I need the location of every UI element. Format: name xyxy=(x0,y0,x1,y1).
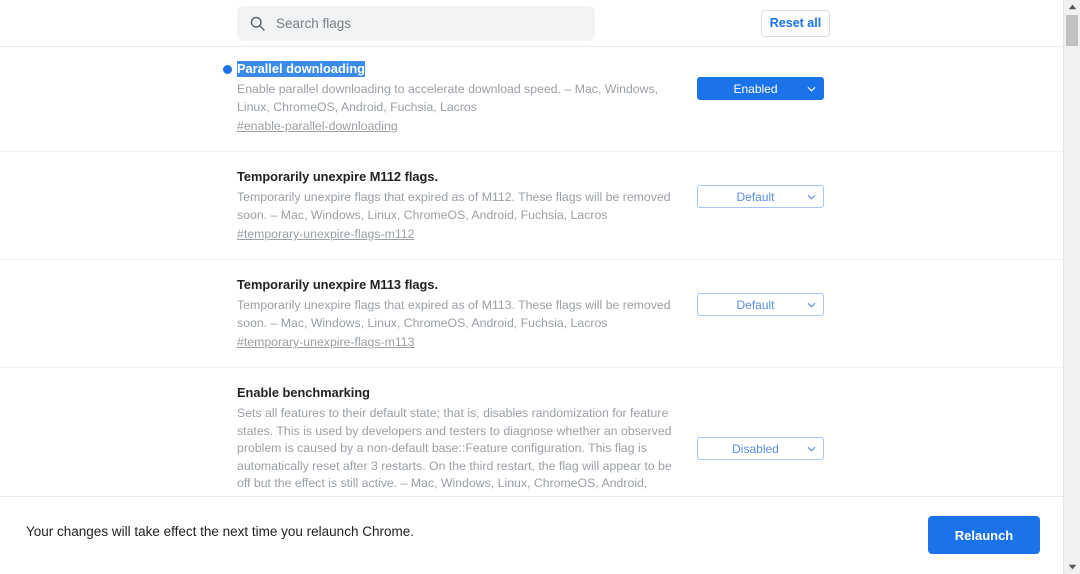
flag-description: Sets all features to their default state… xyxy=(237,405,687,496)
search-icon xyxy=(249,15,266,32)
relaunch-bar: Your changes will take effect the next t… xyxy=(0,496,1063,574)
flag-permalink[interactable]: #temporary-unexpire-flags-m113 xyxy=(237,335,414,349)
search-flags-box[interactable] xyxy=(237,6,595,41)
flag-title: Enable benchmarking xyxy=(237,385,370,401)
flag-permalink[interactable]: #enable-parallel-downloading xyxy=(237,119,398,133)
flag-row: Temporarily unexpire M112 flags. Temporar… xyxy=(0,152,1063,260)
flag-text-block: Temporarily unexpire M113 flags. Temporar… xyxy=(237,276,687,351)
flags-header: Reset all xyxy=(0,0,1063,47)
scrollbar-up-arrow[interactable] xyxy=(1064,0,1080,14)
flag-control: DefaultEnabledDisabled xyxy=(697,293,824,316)
flags-page-viewport: Reset all Parallel downloading Enable par… xyxy=(0,0,1063,574)
page-scrollbar[interactable] xyxy=(1063,0,1080,574)
flag-entry: Parallel downloading Enable parallel down… xyxy=(0,60,1063,135)
flag-title-line: Parallel downloading xyxy=(237,60,687,78)
flag-title-line: Temporarily unexpire M113 flags. xyxy=(237,276,687,294)
flag-permalink[interactable]: #temporary-unexpire-flags-m112 xyxy=(237,227,414,241)
scrollbar-thumb[interactable] xyxy=(1066,15,1078,46)
flag-state-select[interactable]: DefaultEnabledDisabled xyxy=(697,437,824,460)
relaunch-message: Your changes will take effect the next t… xyxy=(26,524,414,539)
flag-entry: Temporarily unexpire M112 flags. Temporar… xyxy=(0,168,1063,243)
flag-text-block: Parallel downloading Enable parallel down… xyxy=(237,60,687,135)
flag-row: Temporarily unexpire M113 flags. Temporar… xyxy=(0,260,1063,368)
flag-text-block: Temporarily unexpire M112 flags. Temporar… xyxy=(237,168,687,243)
flag-description: Temporarily unexpire flags that expired … xyxy=(237,297,687,332)
flag-state-select[interactable]: DefaultEnabledDisabled xyxy=(697,77,824,100)
flag-entry: Enable benchmarking Sets all features to … xyxy=(0,384,1063,496)
flag-title: Parallel downloading xyxy=(237,61,365,77)
flag-modified-dot-icon xyxy=(223,65,232,74)
flag-title-line: Temporarily unexpire M112 flags. xyxy=(237,168,687,186)
scrollbar-down-arrow[interactable] xyxy=(1064,560,1080,574)
flag-text-block: Enable benchmarking Sets all features to … xyxy=(237,384,687,496)
flag-title: Temporarily unexpire M112 flags. xyxy=(237,169,438,185)
flag-state-select[interactable]: DefaultEnabledDisabled xyxy=(697,293,824,316)
flag-description: Enable parallel downloading to accelerat… xyxy=(237,81,687,116)
relaunch-button[interactable]: Relaunch xyxy=(928,516,1040,554)
flags-list[interactable]: Parallel downloading Enable parallel down… xyxy=(0,47,1063,496)
flag-state-select[interactable]: DefaultEnabledDisabled xyxy=(697,185,824,208)
flag-title: Temporarily unexpire M113 flags. xyxy=(237,277,438,293)
caret-down-icon xyxy=(1068,564,1077,570)
flag-row: Enable benchmarking Sets all features to … xyxy=(0,368,1063,496)
search-input[interactable] xyxy=(276,16,576,31)
flag-entry: Temporarily unexpire M113 flags. Temporar… xyxy=(0,276,1063,351)
flag-control: DefaultEnabledDisabled xyxy=(697,185,824,208)
flag-control: DefaultEnabledDisabled xyxy=(697,77,824,100)
flag-row: Parallel downloading Enable parallel down… xyxy=(0,47,1063,152)
flag-title-line: Enable benchmarking xyxy=(237,384,687,402)
caret-up-icon xyxy=(1068,4,1077,10)
flag-control: DefaultEnabledDisabled xyxy=(697,437,824,460)
flag-description: Temporarily unexpire flags that expired … xyxy=(237,189,687,224)
reset-all-button[interactable]: Reset all xyxy=(761,10,830,37)
